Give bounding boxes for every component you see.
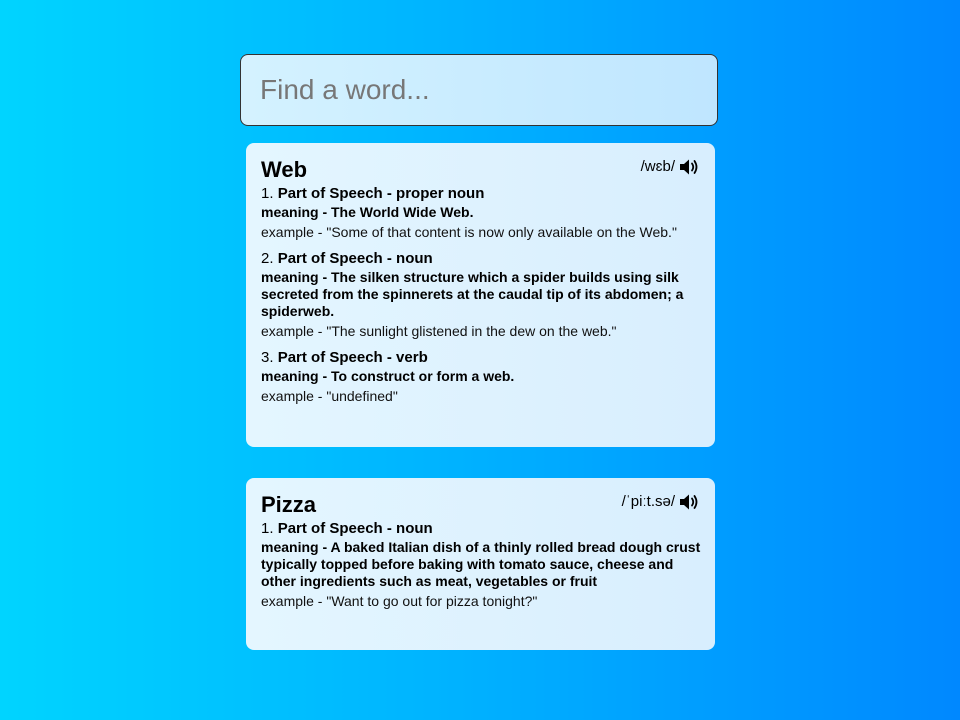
example: example - "Want to go out for pizza toni…	[261, 593, 538, 609]
definition: meaning - A baked Italian dish of a thin…	[261, 539, 701, 589]
search-box[interactable]	[240, 54, 718, 126]
definition: meaning - To construct or form a web.	[261, 368, 515, 384]
word-title: Web	[261, 157, 308, 182]
meaning-item: 1. Part of Speech - proper noun meaning …	[261, 185, 701, 241]
pronunciation: /wɛb/	[641, 158, 701, 176]
card-header: Web /wɛb/	[261, 157, 701, 183]
part-of-speech: 1. Part of Speech - proper noun	[261, 185, 701, 203]
card-header: Pizza /ˈpiːt.sə/	[261, 492, 701, 518]
meaning-item: 3. Part of Speech - verb meaning - To co…	[261, 349, 701, 405]
meaning-number: 2.	[261, 250, 274, 267]
speaker-icon[interactable]	[679, 158, 701, 176]
pronunciation: /ˈpiːt.sə/	[622, 493, 701, 511]
example: example - "The sunlight glistened in the…	[261, 323, 617, 339]
meaning-item: 1. Part of Speech - noun meaning - A bak…	[261, 520, 701, 610]
search-input[interactable]	[260, 74, 700, 106]
pos-label: Part of Speech - proper noun	[277, 185, 485, 202]
pos-label: Part of Speech - verb	[277, 349, 428, 366]
phonetic-text: /ˈpiːt.sə/	[621, 493, 675, 510]
part-of-speech: 1. Part of Speech - noun	[261, 520, 701, 538]
meaning-number: 1.	[261, 520, 274, 537]
definition: meaning - The silken structure which a s…	[261, 269, 684, 319]
word-card-pizza: Pizza /ˈpiːt.sə/ 1. Part of Speech - nou…	[246, 478, 715, 650]
meaning-number: 1.	[261, 185, 274, 202]
phonetic-text: /wɛb/	[640, 158, 675, 175]
example: example - "undefined"	[261, 388, 398, 404]
meaning-number: 3.	[261, 349, 274, 366]
word-card-web: Web /wɛb/ 1. Part of Speech - proper nou…	[246, 143, 715, 447]
speaker-icon[interactable]	[679, 493, 701, 511]
definition: meaning - The World Wide Web.	[261, 204, 474, 220]
part-of-speech: 2. Part of Speech - noun	[261, 250, 701, 268]
part-of-speech: 3. Part of Speech - verb	[261, 349, 701, 367]
pos-label: Part of Speech - noun	[277, 250, 433, 267]
example: example - "Some of that content is now o…	[261, 224, 677, 240]
pos-label: Part of Speech - noun	[277, 520, 433, 537]
word-title: Pizza	[261, 492, 317, 517]
meaning-item: 2. Part of Speech - noun meaning - The s…	[261, 250, 701, 340]
